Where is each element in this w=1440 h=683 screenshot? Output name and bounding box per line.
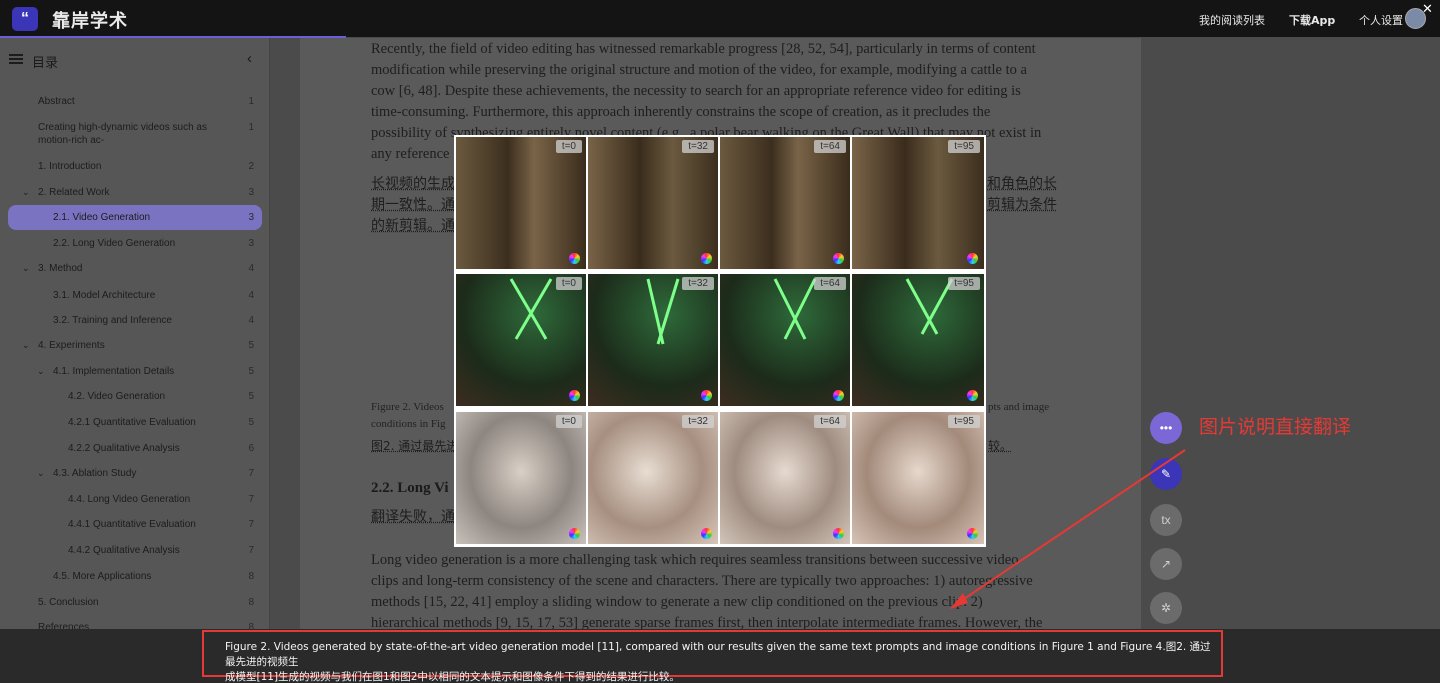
- caption-text: Figure 2. Videos generated by state-of-t…: [225, 640, 1215, 683]
- caption-line: Figure 2. Videos generated by state-of-t…: [225, 641, 1211, 668]
- caption-line: 成模型[11]生成的视频与我们在图1和图2中以相同的文本提示和图像条件下得到的结…: [225, 671, 680, 683]
- annotation-arrow: [950, 449, 1186, 609]
